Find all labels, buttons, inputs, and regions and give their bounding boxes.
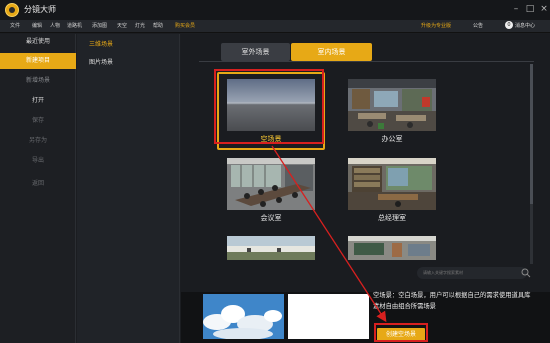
- menu-help[interactable]: 帮助: [153, 22, 163, 29]
- title-bar: 分镜大师 – □ ×: [0, 0, 550, 20]
- menu-lighting[interactable]: 灯光: [135, 22, 145, 29]
- minimize-icon[interactable]: –: [510, 3, 522, 15]
- message-center-button[interactable]: 0 消息中心: [505, 21, 535, 32]
- tab-divider: [199, 61, 534, 62]
- app-logo-icon: [5, 3, 19, 17]
- annotation-highlight-box: [214, 69, 324, 144]
- subnav-image-scenes[interactable]: 图片场景: [89, 57, 113, 66]
- menu-buy-membership[interactable]: 购买会员: [175, 22, 195, 29]
- sidebar-item-new-project[interactable]: 新建项目: [0, 53, 76, 69]
- tab-outdoor-scenes[interactable]: 室外场景: [221, 43, 290, 61]
- menu-add-image[interactable]: 添加图: [92, 22, 107, 29]
- menu-sky[interactable]: 天空: [117, 22, 127, 29]
- annotation-highlight-box: [374, 323, 428, 342]
- menu-bar: 文件 编辑 人物 道路机 添加图 天空 灯光 帮助 购买会员 升级为专业版 公告…: [0, 20, 550, 33]
- menu-edit[interactable]: 编辑: [32, 22, 42, 29]
- scene-card-meeting-room[interactable]: 会议室: [227, 158, 315, 228]
- scene-label: 会议室: [260, 214, 282, 222]
- app-title: 分镜大师: [24, 5, 56, 14]
- menu-characters[interactable]: 人物: [50, 22, 60, 29]
- menu-props[interactable]: 道路机: [67, 22, 82, 29]
- tab-indoor-scenes[interactable]: 室内场景: [291, 43, 372, 61]
- subnav-3d-scenes[interactable]: 三维场景: [89, 39, 113, 48]
- scene-type-nav: 三维场景 图片场景: [77, 34, 180, 343]
- scene-list-scrollbar[interactable]: [530, 64, 533, 264]
- sidebar-item-back[interactable]: 返回: [0, 176, 76, 192]
- sky-preview-image: [203, 294, 284, 339]
- office-thumbnail: [348, 79, 436, 131]
- search-icon[interactable]: [521, 268, 531, 278]
- white-preview-image: [288, 294, 369, 339]
- close-icon[interactable]: ×: [538, 3, 550, 15]
- scene-thumbnail-partial: [227, 236, 315, 260]
- manager-office-thumbnail: [348, 158, 436, 210]
- scene-label: 办公室: [381, 135, 403, 143]
- sidebar-item-add-scene[interactable]: 新增场景: [0, 73, 76, 89]
- scene-thumbnail-partial: [348, 236, 436, 260]
- meeting-room-thumbnail: [227, 158, 315, 210]
- sidebar-item-recent[interactable]: 最近使用: [0, 34, 76, 50]
- scrollbar-thumb[interactable]: [530, 64, 533, 204]
- upgrade-pro-button[interactable]: 升级为专业版: [421, 21, 451, 32]
- maximize-icon[interactable]: □: [524, 3, 536, 15]
- menu-file[interactable]: 文件: [10, 22, 20, 29]
- sidebar-item-save-as[interactable]: 另存为: [0, 133, 76, 149]
- sidebar-item-export[interactable]: 导出: [0, 153, 76, 169]
- scene-card-outdoor-partial[interactable]: [227, 236, 315, 282]
- sidebar-item-open[interactable]: 打开: [0, 93, 76, 109]
- notice-button[interactable]: 公告: [473, 21, 483, 32]
- scene-card-office[interactable]: 办公室: [348, 79, 436, 149]
- scene-label: 总经理室: [378, 214, 406, 222]
- message-count-badge: 0: [505, 21, 513, 29]
- left-sidebar: 最近使用 新建项目 新增场景 打开 保存 另存为 导出 返回: [0, 34, 76, 343]
- scene-description: 空场景：空白场景，用户可以根据自己的需求使用道具库素材自由组合所需场景: [373, 292, 531, 310]
- scene-card-manager-office[interactable]: 总经理室: [348, 158, 436, 228]
- message-center-label: 消息中心: [515, 23, 536, 29]
- sidebar-item-save[interactable]: 保存: [0, 113, 76, 129]
- search-input[interactable]: 请输入关键字搜索素材: [417, 267, 527, 279]
